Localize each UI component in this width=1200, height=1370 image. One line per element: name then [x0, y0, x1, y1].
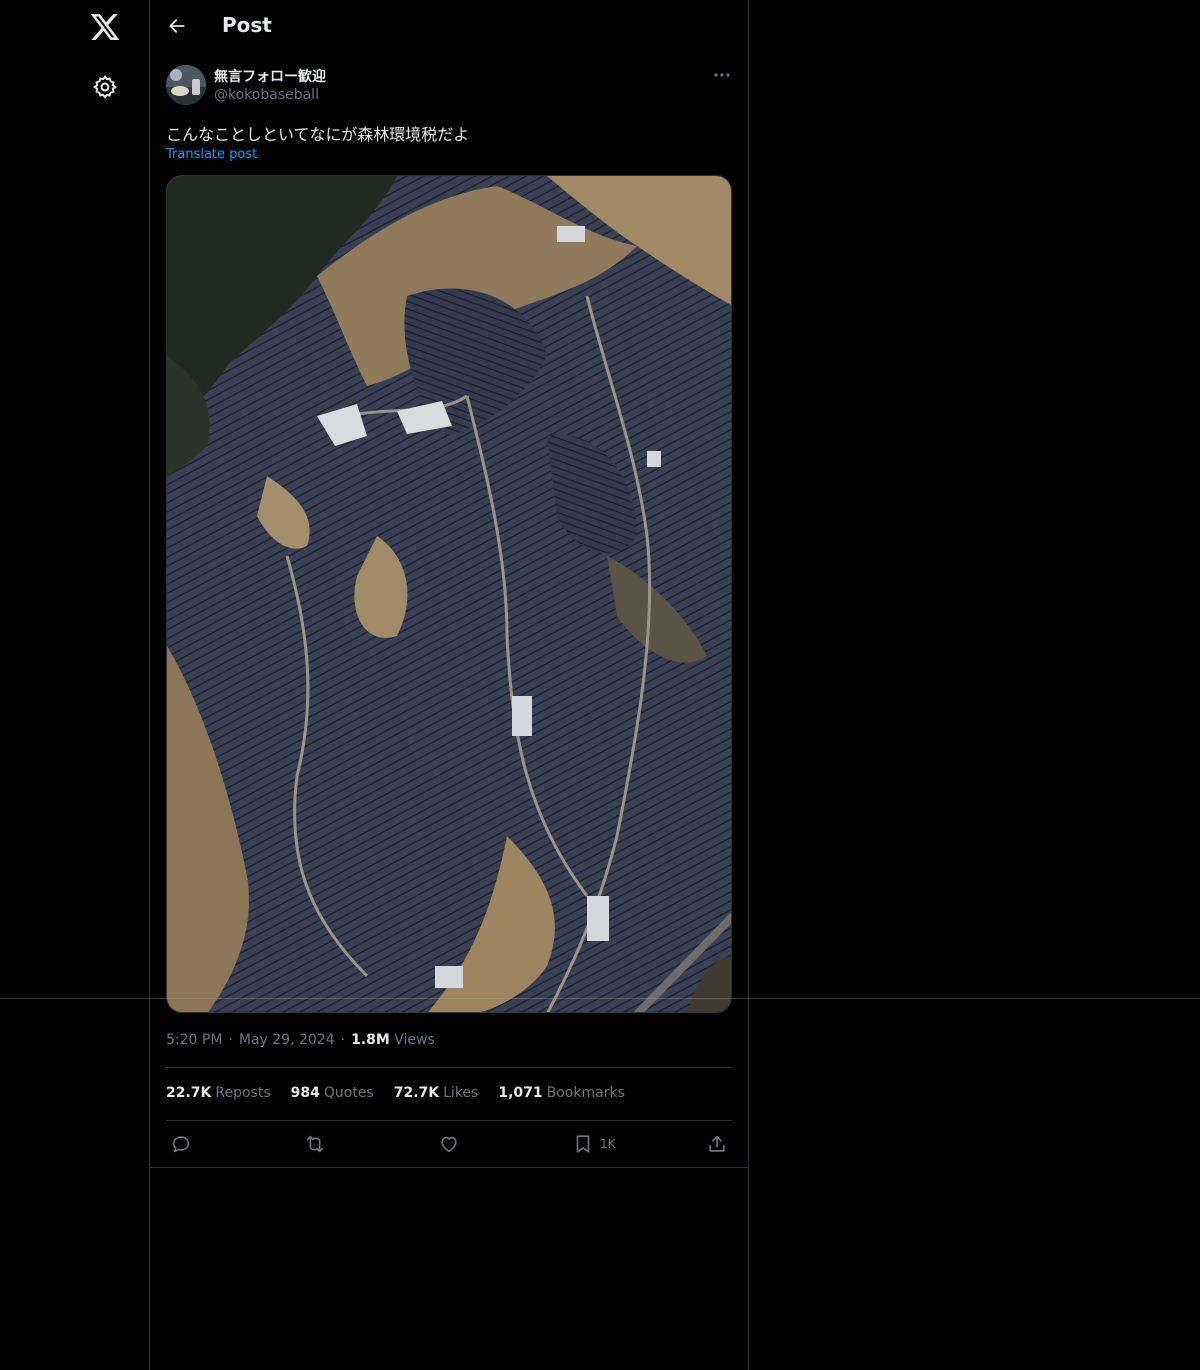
reposts-label: Reposts — [215, 1085, 271, 1101]
likes-label: Likes — [443, 1085, 479, 1101]
quotes-count: 984 — [290, 1085, 320, 1101]
likes-count: 72.7K — [393, 1085, 440, 1101]
more-options-button[interactable] — [710, 64, 734, 86]
quotes-label: Quotes — [323, 1085, 374, 1101]
share-button[interactable] — [706, 1132, 728, 1156]
bookmarks-count: 1,071 — [498, 1085, 543, 1101]
bookmark-button[interactable]: 1K — [572, 1132, 616, 1156]
reposts-count: 22.7K — [166, 1085, 212, 1101]
bookmark-icon — [576, 1135, 590, 1153]
reposts-stat[interactable]: 22.7K Reposts — [166, 1085, 271, 1101]
reply-icon — [172, 1136, 190, 1153]
reply-button[interactable] — [170, 1132, 192, 1156]
translate-post-link[interactable]: Translate post — [166, 147, 257, 162]
viewport-guide-line — [0, 998, 1200, 999]
x-logo-icon[interactable] — [89, 11, 121, 43]
author-display-name[interactable]: 無言フォロー歓迎 — [214, 66, 326, 86]
divider — [150, 1167, 749, 1168]
engagement-stats: 22.7K Reposts 984 Quotes 72.7K Likes 1,071 B… — [166, 1085, 625, 1101]
back-button[interactable] — [164, 13, 190, 39]
post-meta: 5:20 PM · May 29, 2024 · 1.8M Views — [166, 1032, 435, 1048]
share-icon — [709, 1135, 725, 1152]
bookmarks-label: Bookmarks — [546, 1085, 625, 1101]
avatar[interactable] — [166, 65, 206, 105]
bookmarks-stat[interactable]: 1,071 Bookmarks — [498, 1085, 625, 1101]
post-text: こんなことしといてなにが森林環境税だよ — [166, 125, 470, 144]
gear-icon[interactable] — [92, 74, 118, 100]
post-date[interactable]: May 29, 2024 — [239, 1032, 335, 1048]
repost-icon — [306, 1135, 324, 1153]
likes-stat[interactable]: 72.7K Likes — [394, 1085, 479, 1101]
heart-icon — [441, 1136, 457, 1153]
bookmark-count: 1K — [600, 1137, 616, 1151]
quotes-stat[interactable]: 984 Quotes — [291, 1085, 374, 1101]
post-time[interactable]: 5:20 PM — [166, 1032, 222, 1048]
action-bar: 1K — [166, 1130, 732, 1160]
views-label: Views — [394, 1032, 435, 1048]
page-title: Post — [222, 13, 272, 37]
left-nav — [0, 0, 150, 1370]
like-button[interactable] — [438, 1132, 460, 1156]
repost-button[interactable] — [304, 1132, 326, 1156]
divider — [166, 1120, 732, 1121]
views-count: 1.8M — [351, 1032, 390, 1048]
back-arrow-icon — [169, 19, 185, 33]
post-column: Post 無言フォロー歓迎 @kokobaseball こんなことしといてなにが… — [150, 0, 749, 1370]
more-horizontal-icon — [714, 73, 730, 77]
divider — [166, 1067, 732, 1068]
author-handle[interactable]: @kokobaseball — [214, 87, 319, 103]
post-image[interactable] — [166, 175, 732, 1013]
page-header: Post — [150, 0, 749, 54]
